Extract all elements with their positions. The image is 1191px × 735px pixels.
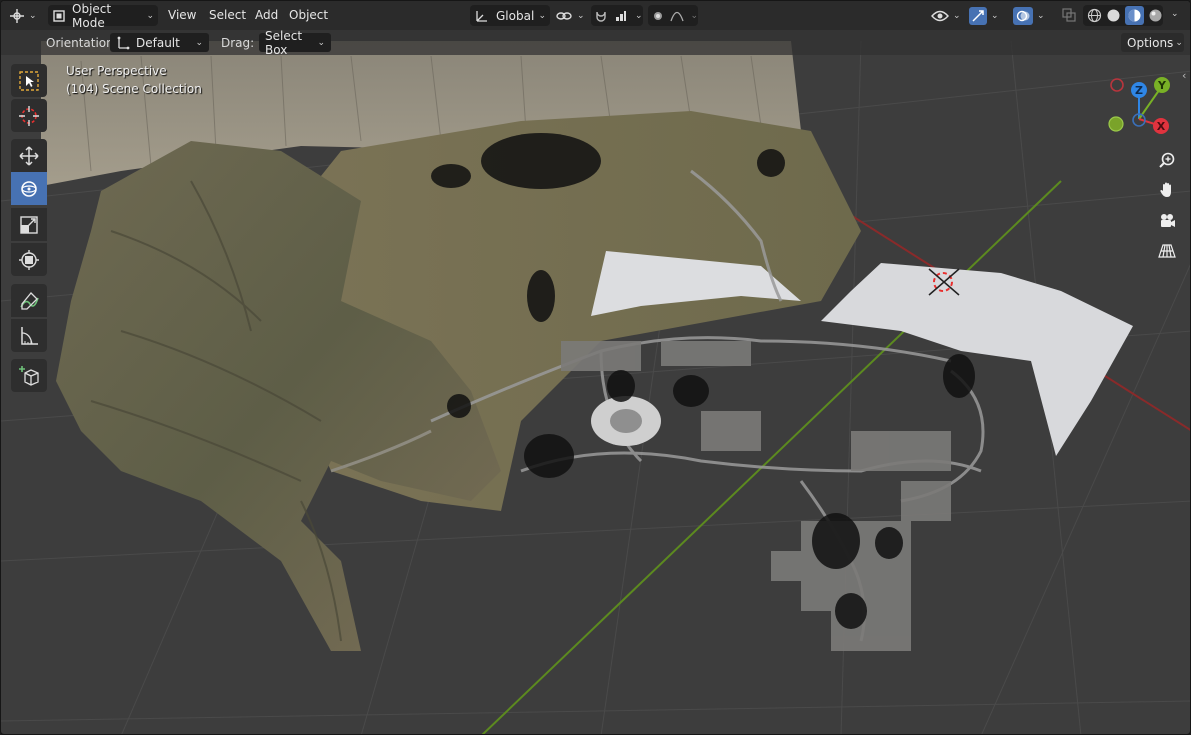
chevron-down-icon: ⌄: [991, 10, 999, 21]
zoom-icon: [1158, 151, 1176, 169]
3d-viewport[interactable]: ⌄ Object Mode ⌄ View Select Add Object G…: [0, 0, 1191, 735]
camera-icon: [1158, 212, 1176, 230]
gizmo-orientation-icon: [116, 36, 130, 50]
collection-label: (104) Scene Collection: [66, 82, 202, 96]
orientation-dropdown[interactable]: Default ⌄: [110, 33, 209, 52]
gizmo-toggle-button[interactable]: ⌄: [969, 5, 1009, 26]
shading-options-chevron-icon[interactable]: ⌄: [1171, 9, 1179, 19]
gizmo-y-label: Y: [1157, 79, 1167, 92]
material-preview-icon[interactable]: [1125, 6, 1144, 25]
add-cube-icon: [18, 365, 40, 387]
pivot-link-icon: [555, 8, 573, 24]
pan-button[interactable]: [1155, 178, 1179, 202]
options-button[interactable]: Options ⌄: [1121, 33, 1184, 52]
tool-select-box[interactable]: [11, 64, 47, 97]
viewport-header: ⌄ Object Mode ⌄ View Select Add Object G…: [1, 1, 1190, 30]
proportional-edit-group: ⌄: [648, 5, 698, 26]
orientation-axes-icon: [474, 8, 490, 24]
visibility-button[interactable]: ⌄: [931, 5, 967, 26]
gizmo-z-label: Z: [1135, 84, 1143, 97]
rendered-shading-icon[interactable]: [1148, 8, 1163, 23]
mode-select[interactable]: Object Mode ⌄: [48, 2, 158, 30]
gizmo-x-label: X: [1157, 120, 1166, 133]
tool-transform[interactable]: [11, 243, 47, 276]
tool-cursor[interactable]: [11, 99, 47, 132]
chevron-down-icon: ⌄: [195, 37, 203, 48]
orientation-label: Global: [496, 8, 535, 23]
wireframe-shading-icon[interactable]: [1087, 8, 1102, 23]
snap-magnet-icon[interactable]: [591, 9, 611, 23]
cursor-icon: [18, 105, 40, 127]
options-label: Options: [1127, 35, 1174, 50]
tool-annotate[interactable]: [11, 284, 47, 317]
falloff-curve-icon[interactable]: [667, 10, 686, 22]
gizmo-neg-x[interactable]: [1110, 78, 1124, 92]
transform-orientation-select[interactable]: Global ⌄: [470, 5, 550, 26]
chevron-down-icon: ⌄: [317, 37, 325, 48]
drag-value: Select Box: [265, 28, 303, 57]
gizmo-neg-y[interactable]: [1108, 116, 1124, 132]
orientation-field-label: Orientation:: [46, 36, 118, 50]
chevron-down-icon: ⌄: [1037, 10, 1045, 21]
snap-increment-icon[interactable]: [611, 9, 631, 23]
proportional-edit-icon[interactable]: [648, 10, 667, 22]
scene-render[interactable]: [1, 1, 1191, 735]
annotate-icon: [18, 290, 40, 312]
eye-icon: [931, 9, 949, 23]
navigation-gizmo[interactable]: Z Y X: [1101, 71, 1175, 141]
chevron-down-icon: ⌄: [953, 10, 961, 21]
chevron-down-icon[interactable]: ⌄: [690, 11, 698, 21]
chevron-down-icon: ⌄: [577, 10, 585, 21]
tool-measure[interactable]: [11, 319, 47, 352]
snow-plane-right: [821, 263, 1133, 456]
grid-perspective-icon: [1158, 242, 1176, 260]
snap-group: ⌄: [591, 5, 643, 26]
menu-add[interactable]: Add: [253, 6, 280, 25]
rotate-icon: [18, 178, 40, 200]
shading-group: [1083, 5, 1163, 26]
move-icon: [18, 145, 40, 167]
drag-field-label: Drag:: [221, 36, 255, 50]
tool-rotate[interactable]: [11, 172, 47, 205]
zoom-button[interactable]: [1155, 148, 1179, 172]
object-mode-icon: [52, 9, 66, 23]
chevron-down-icon[interactable]: ⌄: [635, 11, 643, 21]
measure-icon: [18, 325, 40, 347]
chevron-down-icon: ⌄: [1175, 37, 1183, 48]
chevron-down-icon: ⌄: [538, 10, 546, 21]
transform-icon: [18, 249, 40, 271]
menu-view[interactable]: View: [166, 6, 198, 25]
editor-type-button[interactable]: ⌄: [9, 5, 43, 26]
camera-view-button[interactable]: [1155, 209, 1179, 233]
overlays-icon: [1013, 6, 1033, 25]
menu-object[interactable]: Object: [287, 6, 330, 25]
tool-move[interactable]: [11, 139, 47, 172]
tool-scale[interactable]: [11, 208, 47, 241]
drag-dropdown[interactable]: Select Box ⌄: [259, 29, 331, 57]
perspective-label: User Perspective: [66, 64, 167, 78]
perspective-toggle-button[interactable]: [1155, 239, 1179, 263]
mode-label: Object Mode: [72, 1, 112, 30]
sidebar-toggle-chevron-icon[interactable]: ‹: [1182, 69, 1186, 82]
overlays-button[interactable]: ⌄: [1013, 5, 1055, 26]
scale-icon: [18, 214, 40, 236]
chevron-down-icon: ⌄: [146, 10, 154, 21]
menu-select[interactable]: Select: [207, 6, 248, 25]
gizmo-icon: [969, 6, 987, 25]
editor-type-icon: [9, 8, 25, 24]
xray-toggle-icon[interactable]: [1062, 8, 1076, 22]
pivot-point-button[interactable]: ⌄: [555, 5, 587, 26]
chevron-down-icon: ⌄: [29, 10, 37, 21]
orientation-value: Default: [136, 35, 180, 50]
select-box-icon: [18, 70, 40, 92]
solid-shading-icon[interactable]: [1106, 8, 1121, 23]
tool-add-cube[interactable]: [11, 359, 47, 392]
hand-icon: [1158, 181, 1176, 199]
tool-settings-bar: Orientation: Default ⌄ Drag: Select Box …: [1, 29, 1190, 57]
